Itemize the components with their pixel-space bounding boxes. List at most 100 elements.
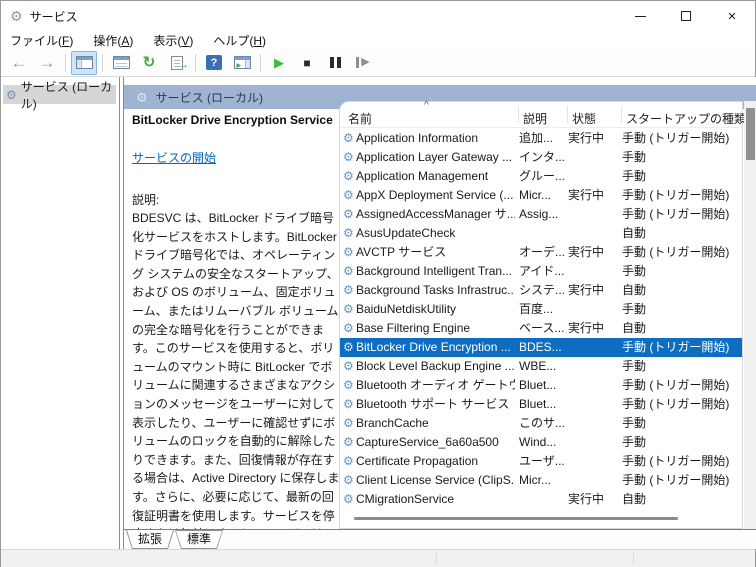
- service-row[interactable]: ⚙ Bluetooth オーディオ ゲートウェ... Bluet... 手動 (…: [340, 376, 742, 395]
- service-row[interactable]: ⚙ Bluetooth サポート サービス Bluet... 手動 (トリガー開…: [340, 395, 742, 414]
- service-name: CMigrationService: [356, 492, 455, 506]
- service-name: Client License Service (ClipS...: [356, 473, 515, 487]
- toolbar: ← → ↻ → ? ▶ ▶ ■ ▶: [1, 49, 755, 77]
- service-row[interactable]: ⚙ Client License Service (ClipS... Micr.…: [340, 471, 742, 490]
- column-separator[interactable]: [567, 106, 568, 123]
- service-row[interactable]: ⚙ Background Intelligent Tran... アイド... …: [340, 262, 742, 281]
- forward-button[interactable]: →: [34, 51, 60, 75]
- service-row[interactable]: ⚙ AVCTP サービス オーデ... 実行中 手動 (トリガー開始): [340, 243, 742, 262]
- service-gear-icon: ⚙: [343, 302, 354, 316]
- export-list-icon: →: [171, 55, 189, 70]
- column-header-startup-type[interactable]: スタートアップの種類: [626, 110, 746, 127]
- service-row[interactable]: ⚙ AsusUpdateCheck 自動: [340, 224, 742, 243]
- show-action-pane-button[interactable]: ▶: [229, 51, 255, 75]
- menu-help[interactable]: ヘルプ(H): [203, 32, 276, 49]
- service-status: [564, 338, 618, 357]
- service-startup-type: 自動: [622, 321, 647, 335]
- service-description-cell: WBE...: [519, 359, 557, 373]
- service-row[interactable]: ⚙ CMigrationService 実行中 自動: [340, 490, 742, 509]
- minimize-button[interactable]: [617, 1, 663, 31]
- horizontal-scrollbar-thumb[interactable]: [354, 517, 678, 520]
- service-row[interactable]: ⚙ BranchCache このサ... 手動: [340, 414, 742, 433]
- service-row[interactable]: ⚙ BitLocker Drive Encryption ... BDES...…: [340, 338, 742, 357]
- service-startup-type: 手動: [622, 264, 647, 278]
- forward-arrow-icon: →: [38, 53, 56, 72]
- stop-service-button[interactable]: ■: [294, 51, 320, 75]
- service-gear-icon: ⚙: [343, 416, 354, 430]
- tree-item-label: サービス (ローカル): [20, 79, 113, 111]
- back-button[interactable]: ←: [6, 51, 32, 75]
- titlebar: ⚙ サービス ×: [1, 1, 755, 31]
- properties-button[interactable]: [108, 51, 134, 75]
- close-button[interactable]: ×: [709, 1, 755, 31]
- service-status: 実行中: [568, 321, 605, 335]
- menu-view[interactable]: 表示(V): [143, 32, 203, 49]
- service-description-cell: 百度...: [519, 302, 554, 316]
- service-startup-type: 自動: [622, 226, 647, 240]
- service-startup-type: 手動: [622, 302, 647, 316]
- service-startup-type: 手動: [622, 416, 647, 430]
- service-status: [564, 167, 618, 186]
- help-button[interactable]: ?: [201, 51, 227, 75]
- service-description-cell: このサ...: [519, 416, 564, 430]
- tree-item-services-local[interactable]: ⚙ サービス (ローカル): [3, 80, 116, 111]
- service-row[interactable]: ⚙ AssignedAccessManager サ... Assig... 手動…: [340, 205, 742, 224]
- service-table-body: ⚙ Application Information 追加... 実行中 手動 (…: [340, 129, 742, 509]
- service-name: BaiduNetdiskUtility: [356, 302, 457, 316]
- service-row[interactable]: ⚙ Application Management グルー... 手動: [340, 167, 742, 186]
- service-row[interactable]: ⚙ Application Layer Gateway ... インタ... 手…: [340, 148, 742, 167]
- service-gear-icon: ⚙: [343, 226, 354, 240]
- service-row[interactable]: ⚙ Application Information 追加... 実行中 手動 (…: [340, 129, 742, 148]
- service-startup-type: 手動 (トリガー開始): [622, 245, 730, 259]
- start-service-button[interactable]: ▶: [266, 51, 292, 75]
- service-description: BDESVC は、BitLocker ドライブ暗号化サービスをホストします。Bi…: [132, 211, 340, 560]
- column-separator[interactable]: [518, 106, 519, 123]
- maximize-button[interactable]: [663, 1, 709, 31]
- menu-file[interactable]: ファイル(F): [1, 32, 83, 49]
- service-name: Certificate Propagation: [356, 454, 479, 468]
- pause-service-button[interactable]: [322, 51, 348, 75]
- service-startup-type: 自動: [622, 492, 647, 506]
- service-row[interactable]: ⚙ CaptureService_6a60a500 Wind... 手動: [340, 433, 742, 452]
- service-description-cell: Bluet...: [519, 397, 557, 411]
- refresh-button[interactable]: ↻: [136, 51, 162, 75]
- service-startup-type: 手動: [622, 359, 647, 373]
- toolbar-separator: [260, 53, 261, 72]
- service-row[interactable]: ⚙ BaiduNetdiskUtility 百度... 手動: [340, 300, 742, 319]
- minimize-icon: [634, 15, 646, 17]
- service-gear-icon: ⚙: [343, 131, 354, 145]
- show-console-tree-button[interactable]: [71, 50, 97, 75]
- close-icon: ×: [727, 7, 737, 25]
- service-description-cell: Assig...: [519, 207, 559, 221]
- status-bar-separator: [436, 552, 437, 565]
- column-header-status[interactable]: 状態: [572, 110, 596, 127]
- service-description-cell: ベース...: [519, 321, 564, 335]
- menu-action[interactable]: 操作(A): [83, 32, 143, 49]
- service-row[interactable]: ⚙ AppX Deployment Service (... Micr... 実…: [340, 186, 742, 205]
- service-row[interactable]: ⚙ Base Filtering Engine ベース... 実行中 自動: [340, 319, 742, 338]
- export-list-button[interactable]: →: [164, 51, 190, 75]
- vertical-scrollbar[interactable]: [744, 101, 756, 529]
- service-gear-icon: ⚙: [343, 435, 354, 449]
- service-description-cell: グルー...: [519, 169, 564, 183]
- service-status: [564, 262, 618, 281]
- column-header-description[interactable]: 説明: [523, 110, 547, 127]
- app-gear-icon: ⚙: [10, 8, 23, 24]
- main-area: ⚙ サービス (ローカル) ⚙ サービス (ローカル) BitLocker Dr…: [1, 77, 756, 560]
- column-header-name[interactable]: 名前: [348, 110, 372, 127]
- service-row[interactable]: ⚙ Background Tasks Infrastruc... システ... …: [340, 281, 742, 300]
- restart-service-button[interactable]: ▶: [350, 51, 376, 75]
- vertical-scrollbar-thumb[interactable]: [746, 108, 755, 160]
- services-window: ⚙ サービス × ファイル(F) 操作(A) 表示(V) ヘルプ(H) ← → …: [0, 0, 756, 567]
- tab-extended[interactable]: 拡張: [126, 530, 174, 549]
- menubar: ファイル(F) 操作(A) 表示(V) ヘルプ(H): [1, 31, 755, 49]
- start-service-link[interactable]: サービスの開始: [132, 149, 216, 166]
- window-controls: ×: [617, 1, 755, 31]
- column-separator[interactable]: [621, 106, 622, 123]
- service-row[interactable]: ⚙ Certificate Propagation ユーザ... 手動 (トリガ…: [340, 452, 742, 471]
- service-startup-type: 自動: [622, 283, 647, 297]
- toolbar-separator: [195, 53, 196, 72]
- tab-standard[interactable]: 標準: [175, 530, 223, 549]
- service-row[interactable]: ⚙ Block Level Backup Engine ... WBE... 手…: [340, 357, 742, 376]
- horizontal-scrollbar[interactable]: [340, 510, 742, 527]
